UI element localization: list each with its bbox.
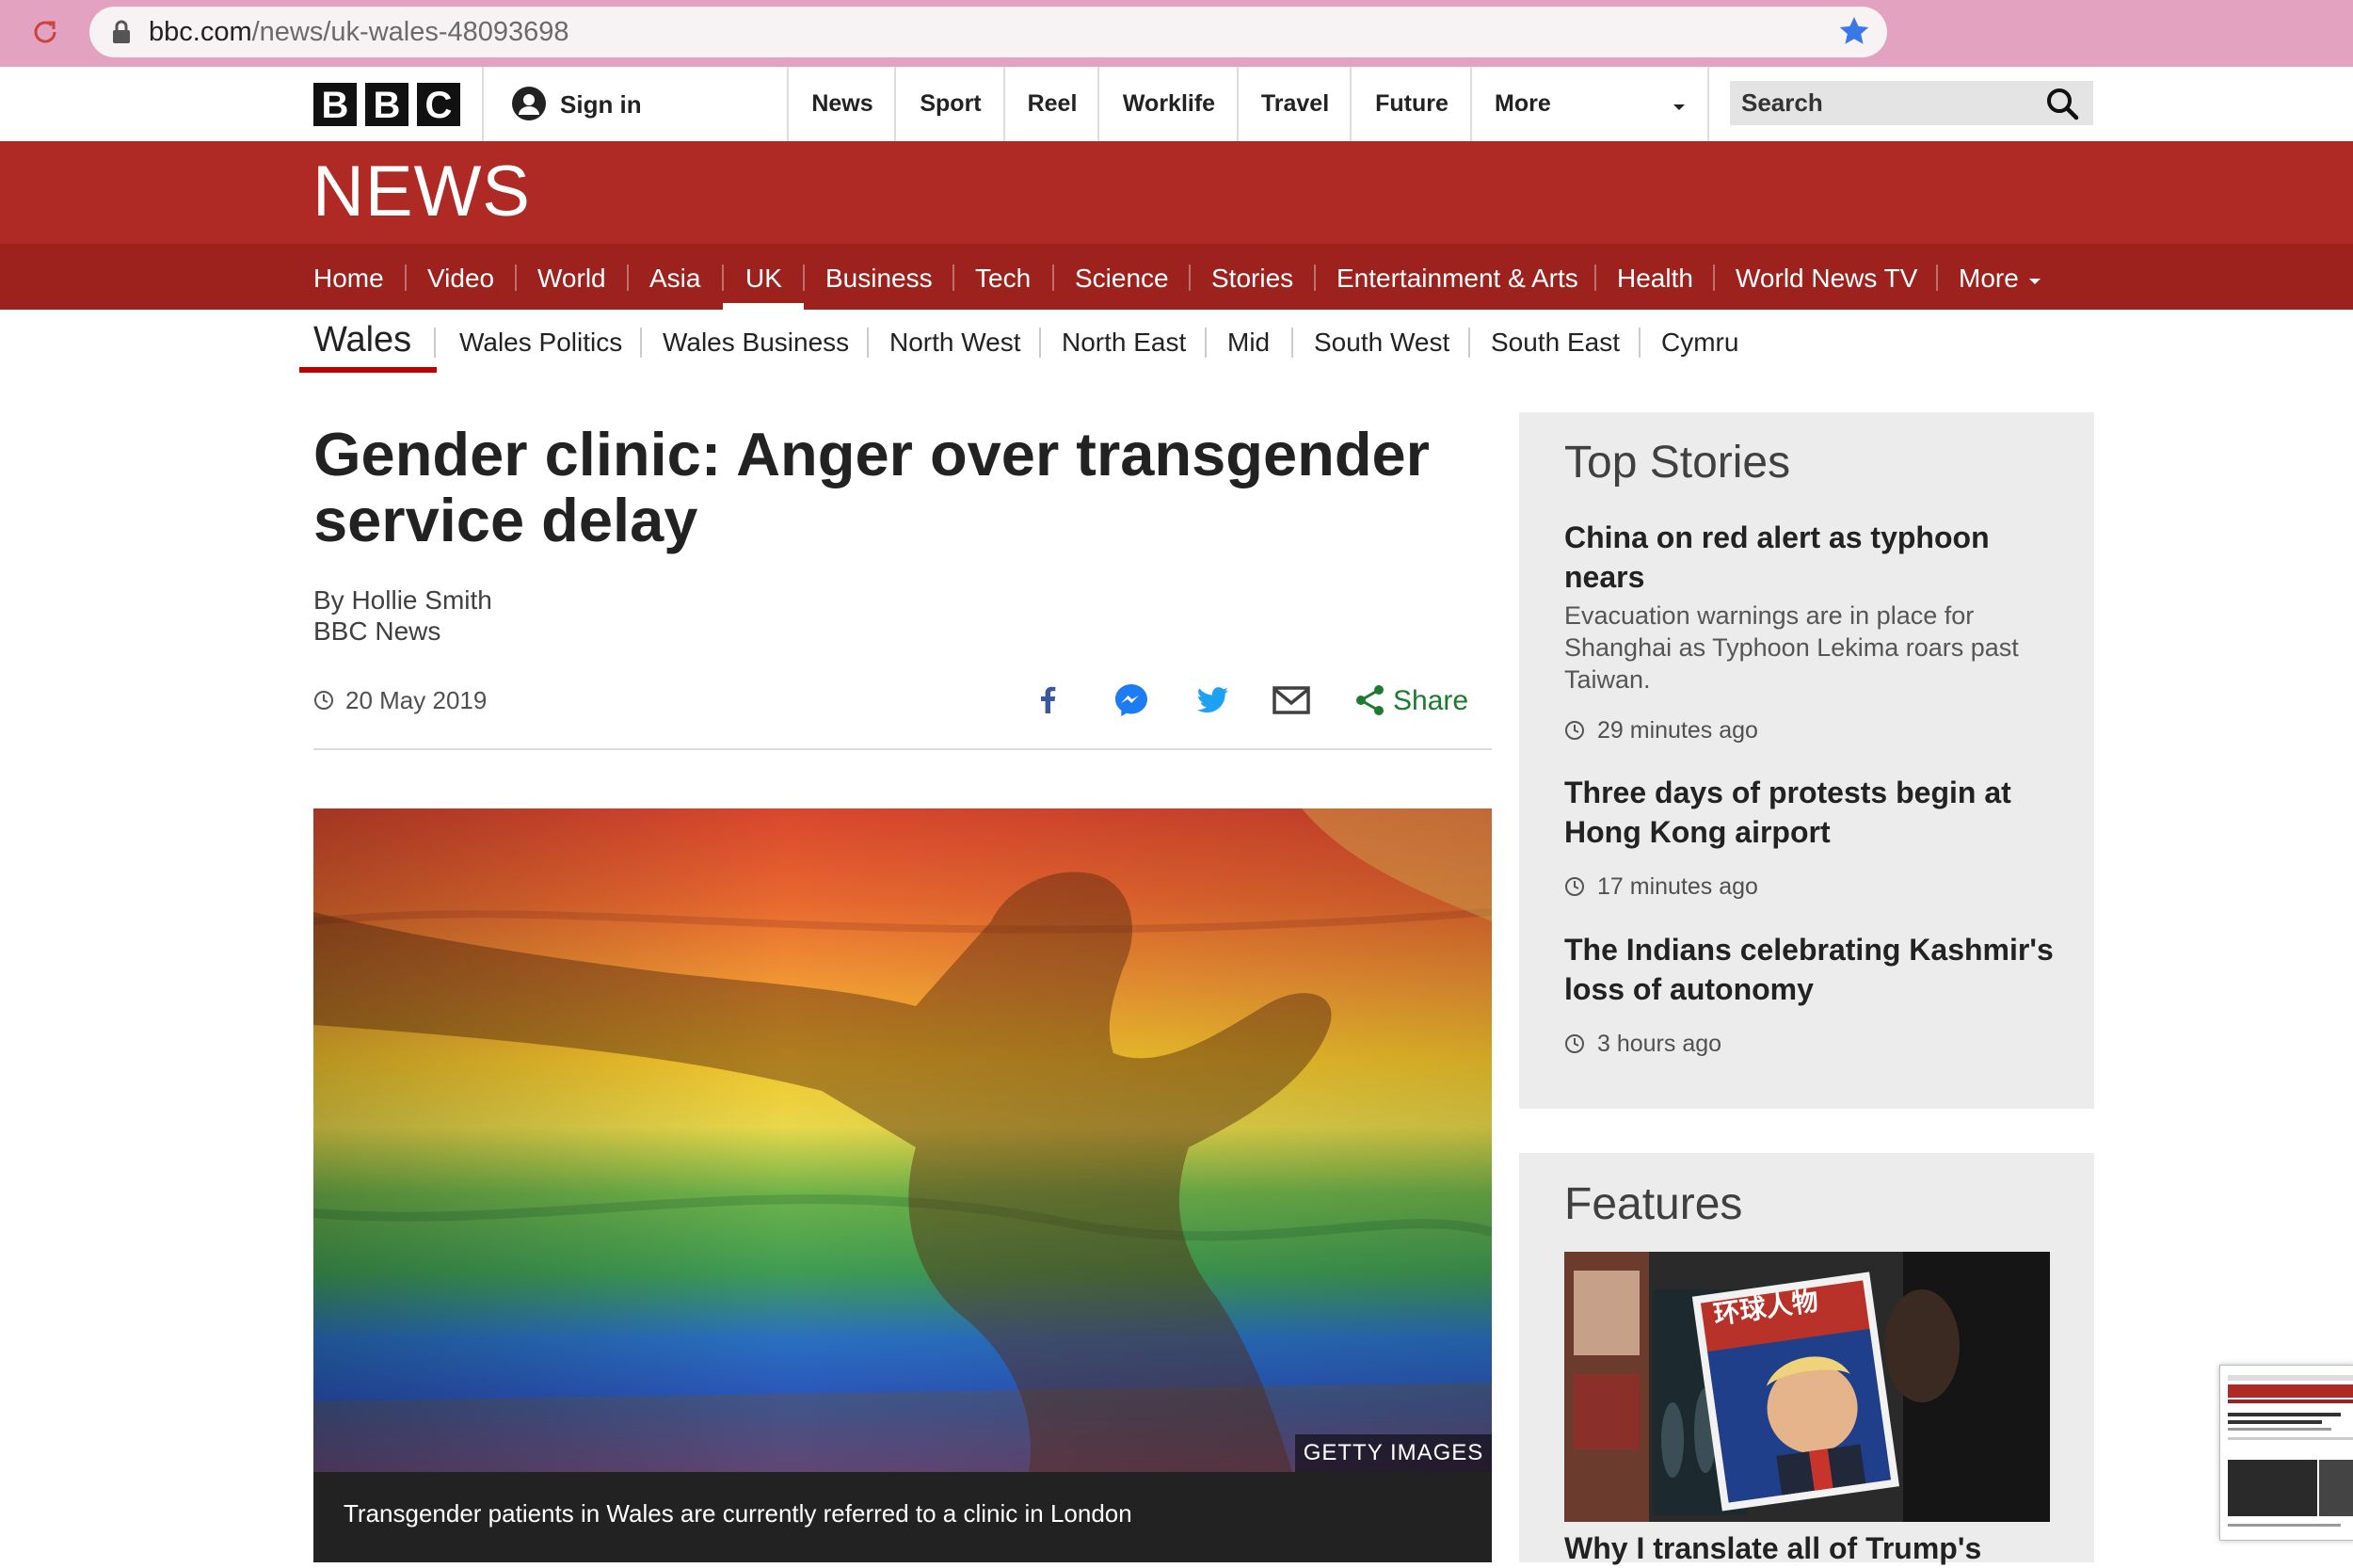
twitter-icon[interactable] — [1192, 680, 1233, 721]
facebook-icon[interactable] — [1028, 680, 1069, 721]
bbc-logo-c[interactable]: C — [417, 83, 460, 126]
global-nav-news[interactable]: News — [787, 67, 896, 141]
subnav-north-west[interactable]: North West — [889, 326, 1021, 360]
clock-icon — [313, 690, 334, 711]
news-nav-home[interactable]: Home — [313, 244, 384, 310]
subnav-north-east[interactable]: North East — [1062, 326, 1186, 360]
url-path: /news/uk-wales-48093698 — [251, 17, 569, 47]
nav-separator — [434, 328, 436, 358]
byline: By Hollie Smith BBC News — [313, 584, 492, 647]
features-title: Features — [1564, 1179, 1743, 1229]
chevron-down-icon — [1672, 100, 1687, 110]
top-story-headline[interactable]: China on red alert as typhoon nears — [1564, 518, 2054, 597]
url-text[interactable]: bbc.com/news/uk-wales-48093698 — [149, 13, 569, 51]
news-nav-world-news-tv[interactable]: World News TV — [1736, 244, 1917, 310]
nav-separator — [952, 264, 954, 291]
author-outlet: BBC News — [313, 616, 441, 646]
nav-separator — [1468, 328, 1470, 358]
bbc-logo-b2[interactable]: B — [365, 83, 408, 126]
nav-separator — [1639, 328, 1641, 358]
news-nav-video[interactable]: Video — [427, 244, 494, 310]
global-nav-worklife[interactable]: Worklife — [1097, 67, 1239, 141]
nav-separator — [640, 328, 642, 358]
subnav-wales-politics[interactable]: Wales Politics — [459, 326, 622, 360]
top-story-time: 29 minutes ago — [1597, 717, 1758, 744]
nav-separator — [1039, 328, 1041, 358]
active-tab-indicator — [723, 303, 804, 310]
nav-separator — [1314, 264, 1316, 291]
news-nav-entertainment-arts[interactable]: Entertainment & Arts — [1337, 244, 1578, 310]
nav-separator — [722, 264, 724, 291]
subnav-wales-business[interactable]: Wales Business — [663, 326, 849, 360]
share-button[interactable]: Share — [1393, 682, 1468, 720]
share-icon[interactable] — [1350, 680, 1391, 721]
nav-separator — [867, 328, 869, 358]
messenger-icon[interactable] — [1111, 680, 1152, 721]
news-nav-asia[interactable]: Asia — [649, 244, 700, 310]
nav-separator — [803, 264, 805, 291]
top-stories-title: Top Stories — [1564, 438, 1791, 488]
news-nav-more[interactable]: More — [1959, 244, 2019, 310]
screenshot-thumbnail[interactable] — [2219, 1365, 2353, 1541]
image-caption: Transgender patients in Wales are curren… — [344, 1499, 1132, 1528]
subnav-south-west[interactable]: South West — [1314, 326, 1449, 360]
reload-icon[interactable] — [26, 13, 64, 51]
subnav-mid[interactable]: Mid — [1227, 326, 1270, 360]
article-headline: Gender clinic: Anger over transgender se… — [313, 420, 1430, 554]
top-story-time: 17 minutes ago — [1597, 873, 1758, 900]
nav-separator — [1713, 264, 1715, 291]
bookmark-star-icon[interactable] — [1837, 14, 1871, 48]
search-icon[interactable] — [2044, 86, 2080, 121]
nav-divider — [482, 67, 484, 141]
url-domain: bbc.com — [149, 17, 252, 47]
nav-separator — [1052, 264, 1054, 291]
divider — [313, 748, 1492, 750]
top-story-summary: Evacuation warnings are in place for Sha… — [1564, 601, 2019, 694]
global-nav-sport[interactable]: Sport — [894, 67, 1005, 141]
user-icon[interactable] — [511, 86, 547, 121]
lock-icon — [111, 19, 132, 45]
top-story-time: 3 hours ago — [1597, 1031, 1722, 1057]
subnav-cymru[interactable]: Cymru — [1661, 326, 1738, 360]
nav-separator — [627, 264, 629, 291]
nav-separator — [1594, 264, 1596, 291]
bbc-logo-b1[interactable]: B — [313, 83, 357, 126]
nav-separator — [1189, 264, 1191, 291]
subnav-south-east[interactable]: South East — [1491, 326, 1620, 360]
article-hero-image — [313, 808, 1492, 1472]
image-credit: GETTY IMAGES — [1295, 1434, 1492, 1472]
nav-separator — [1291, 328, 1293, 358]
nav-separator — [1205, 328, 1207, 358]
news-nav-science[interactable]: Science — [1075, 244, 1169, 310]
news-nav-tech[interactable]: Tech — [975, 244, 1031, 310]
chevron-down-icon — [2027, 274, 2042, 284]
sign-in-link[interactable]: Sign in — [560, 88, 642, 120]
news-logo[interactable]: NEWS — [312, 154, 531, 230]
news-nav-business[interactable]: Business — [825, 244, 933, 310]
article-date: 20 May 2019 — [345, 686, 488, 714]
news-nav-stories[interactable]: Stories — [1211, 244, 1293, 310]
author-name: By Hollie Smith — [313, 585, 492, 615]
active-subnav-indicator — [299, 367, 437, 373]
clock-icon — [1564, 720, 1585, 741]
clock-icon — [1564, 1033, 1585, 1054]
clock-icon — [1564, 876, 1585, 897]
email-icon[interactable] — [1271, 680, 1312, 721]
news-nav-uk[interactable]: UK — [745, 244, 782, 310]
global-nav-reel[interactable]: Reel — [1003, 67, 1099, 141]
nav-separator — [515, 264, 517, 291]
global-nav-travel[interactable]: Travel — [1237, 67, 1352, 141]
news-nav-world[interactable]: World — [537, 244, 606, 310]
news-nav-health[interactable]: Health — [1617, 244, 1693, 310]
feature-image[interactable]: 环球人物 — [1564, 1252, 2050, 1522]
top-story-headline[interactable]: The Indians celebrating Kashmir's loss o… — [1564, 930, 2054, 1009]
top-story-headline[interactable]: Three days of protests begin at Hong Kon… — [1564, 773, 2054, 852]
nav-separator — [405, 264, 407, 291]
subnav-current-wales[interactable]: Wales — [313, 317, 411, 362]
global-nav-future[interactable]: Future — [1350, 67, 1472, 141]
search-placeholder: Search — [1741, 88, 1823, 117]
nav-separator — [1936, 264, 1938, 291]
